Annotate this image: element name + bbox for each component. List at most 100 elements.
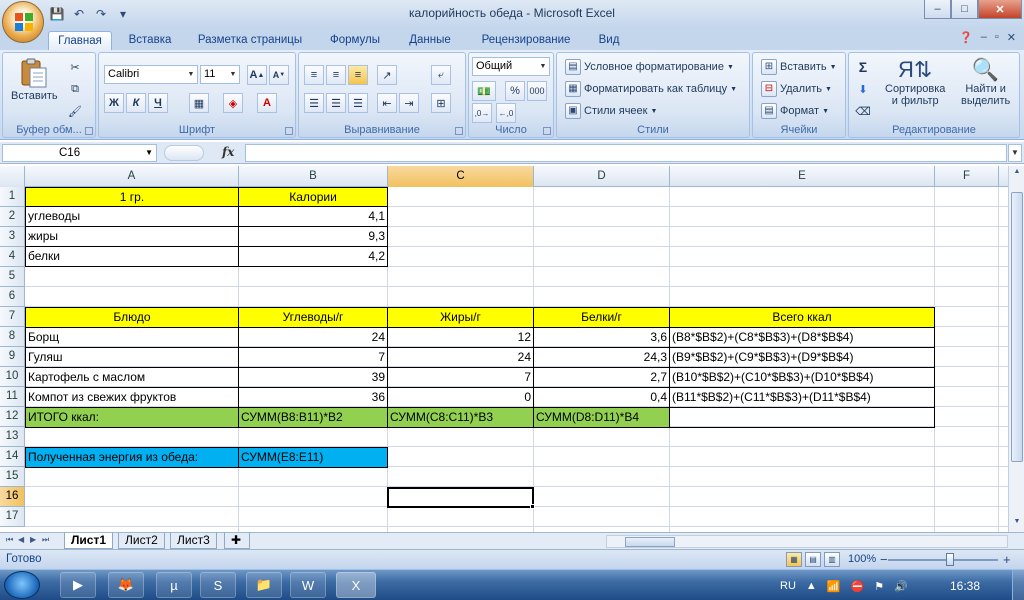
language-indicator[interactable]: RU [780,580,796,592]
cell-e9[interactable]: (B9*$B$2)+(C9*$B$3)+(D9*$B$4) [669,347,935,368]
clear-icon[interactable]: ⌫ [853,101,873,121]
cell-b9[interactable]: 7 [238,347,388,368]
fill-handle[interactable] [530,504,535,509]
row-header[interactable]: 9 [0,347,25,367]
tab-page-layout[interactable]: Разметка страницы [190,31,310,50]
cell-d12[interactable]: СУММ(D8:D11)*B4 [533,407,670,428]
delete-cells-button[interactable]: ⊟ Удалить ▼ [761,81,832,97]
increase-indent-icon[interactable]: ⇥ [399,93,419,113]
cell-a14[interactable]: Полученная энергия из обеда: [25,447,239,468]
row-header[interactable]: 17 [0,507,25,527]
cell-c9[interactable]: 24 [387,347,534,368]
clock[interactable]: 16:38 [950,579,980,593]
row-header[interactable]: 1 [0,187,25,207]
maximize-button[interactable]: □ [951,0,978,19]
cell-a3[interactable]: жиры [25,226,239,247]
zoom-slider-thumb[interactable] [946,553,954,566]
cell-d11[interactable]: 0,4 [533,387,670,408]
font-launcher-icon[interactable] [285,127,293,135]
number-launcher-icon[interactable] [543,127,551,135]
cell-c12[interactable]: СУММ(C8:C11)*B3 [387,407,534,428]
show-desktop-button[interactable] [1012,570,1024,600]
zoom-in-icon[interactable]: + [1003,552,1011,567]
italic-button[interactable]: К [126,93,146,113]
cell-e10[interactable]: (B10*$B$2)+(C10*$B$3)+(D10*$B$4) [669,367,935,388]
scroll-up-icon[interactable]: ▲ [1011,168,1023,180]
formula-input[interactable] [245,144,1007,162]
align-left-icon[interactable]: ☰ [304,93,324,113]
column-header-e[interactable]: E [670,166,935,187]
currency-icon[interactable]: 💵 [472,81,496,101]
cell-c10[interactable]: 7 [387,367,534,388]
row-header[interactable]: 3 [0,227,25,247]
copy-icon[interactable]: ⧉ [65,79,85,99]
borders-icon[interactable]: ▦ [189,93,209,113]
cell-b4[interactable]: 4,2 [238,246,388,267]
media-player-icon[interactable]: ▶ [60,572,96,598]
row-header[interactable]: 16 [0,487,25,507]
select-all-corner[interactable] [0,166,25,187]
cell-a1[interactable]: 1 гр. [25,187,239,207]
cell-c11[interactable]: 0 [387,387,534,408]
tab-formulas[interactable]: Формулы [322,31,388,50]
vertical-scrollbar[interactable]: ▲ ▼ [1008,166,1024,532]
tab-home[interactable]: Главная [48,31,112,50]
cell-b3[interactable]: 9,3 [238,226,388,247]
sort-filter-button[interactable]: Я⇅ Сортировка и фильтр [885,57,945,107]
percent-icon[interactable]: % [505,81,525,101]
row-header[interactable]: 4 [0,247,25,267]
cell-b12[interactable]: СУММ(B8:B11)*B2 [238,407,388,428]
cell-e8[interactable]: (B8*$B$2)+(C8*$B$3)+(D8*$B$4) [669,327,935,348]
cell-a12[interactable]: ИТОГО ккал: [25,407,239,428]
ribbon-minimize-icon[interactable]: – [981,31,987,44]
decrease-decimal-icon[interactable]: ←,0 [496,103,516,123]
cell-b1[interactable]: Калории [238,187,388,207]
explorer-icon[interactable]: 📁 [246,572,282,598]
first-sheet-icon[interactable]: ⏮ [6,535,13,545]
conditional-formatting-button[interactable]: ▤ Условное форматирование ▼ [565,59,734,75]
sheet-tab-2[interactable]: Лист2 [118,533,165,549]
page-break-view-icon[interactable]: ▥ [824,552,840,567]
name-box[interactable]: C16 ▼ [2,144,157,162]
zoom-slider[interactable] [888,559,998,561]
increase-decimal-icon[interactable]: ,0→ [472,103,492,123]
row-header[interactable]: 15 [0,467,25,487]
font-size-combo[interactable]: 11 ▼ [200,65,240,84]
grow-font-icon[interactable]: A ▲ [247,65,267,85]
align-top-icon[interactable]: ≡ [304,65,324,85]
volume-icon[interactable]: 🔊 [894,580,908,593]
underline-button[interactable]: Ч [148,93,168,113]
cell-styles-button[interactable]: ▣ Стили ячеек ▼ [565,103,657,119]
cell-b10[interactable]: 39 [238,367,388,388]
skype-icon[interactable]: S [200,572,236,598]
sheet-tab-3[interactable]: Лист3 [170,533,217,549]
column-header-c[interactable]: C [388,166,534,187]
flag-icon[interactable]: ⚑ [874,580,884,593]
cell-a8[interactable]: Борщ [25,327,239,348]
row-header[interactable]: 6 [0,287,25,307]
cell-d7[interactable]: Белки/г [533,307,670,328]
cut-icon[interactable]: ✂ [65,57,85,77]
format-cells-button[interactable]: ▤ Формат ▼ [761,103,829,119]
cell-d8[interactable]: 3,6 [533,327,670,348]
merge-center-icon[interactable]: ⊞ [431,93,451,113]
formula-bar-handle[interactable] [164,145,204,161]
cell-c8[interactable]: 12 [387,327,534,348]
row-header[interactable]: 2 [0,207,25,227]
active-cell-c16[interactable] [387,487,534,508]
office-button[interactable] [2,1,44,43]
horizontal-scrollbar[interactable] [606,535,1008,548]
tab-view[interactable]: Вид [590,31,628,50]
cell-a4[interactable]: белки [25,246,239,267]
tab-data[interactable]: Данные [400,31,460,50]
cell-e7[interactable]: Всего ккал [669,307,935,328]
cell-b14[interactable]: СУММ(E8:E11) [238,447,388,468]
close-button[interactable]: ✕ [978,0,1022,19]
help-icon[interactable]: ❓ [959,31,973,44]
cell-a2[interactable]: углеводы [25,206,239,227]
align-middle-icon[interactable]: ≡ [326,65,346,85]
row-header[interactable]: 11 [0,387,25,407]
minimize-button[interactable]: – [924,0,951,19]
row-header[interactable]: 13 [0,427,25,447]
align-right-icon[interactable]: ☰ [348,93,368,113]
